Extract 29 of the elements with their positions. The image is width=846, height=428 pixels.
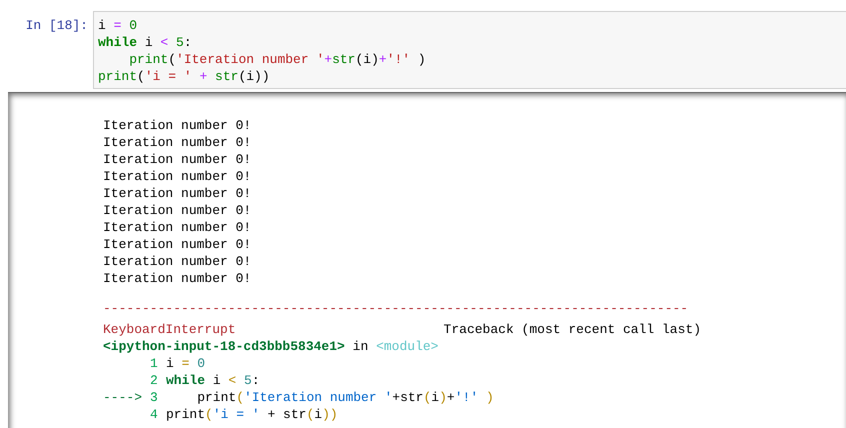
output-line: Iteration number 0! bbox=[103, 253, 252, 270]
code-editor[interactable]: i = 0 while i < 5: print('Iteration number '+str(i)+'!' ) print('i = ' + str(i)) bbox=[93, 11, 846, 89]
output-line: Iteration number 0! bbox=[103, 219, 252, 236]
output-line: Iteration number 0! bbox=[103, 202, 252, 219]
output-line: Iteration number 0! bbox=[103, 134, 252, 151]
traceback-location: <ipython-input-18-cd3bbb5834e1> in <module> bbox=[103, 338, 438, 355]
output-line: Iteration number 0! bbox=[103, 168, 252, 185]
code-line: print('Iteration number '+str(i)+'!' ) bbox=[196, 389, 494, 406]
error-name: KeyboardInterrupt bbox=[103, 321, 236, 338]
traceback-header: Traceback (most recent call last) bbox=[444, 321, 701, 338]
line-number: 3 bbox=[150, 389, 158, 406]
code-line: print('i = ' + str(i)) bbox=[166, 406, 338, 423]
line-number: 1 bbox=[150, 355, 158, 372]
code-line: print('Iteration number '+str(i)+'!' ) bbox=[128, 51, 426, 68]
code-line: print('i = ' + str(i)) bbox=[98, 68, 270, 85]
line-number: 2 bbox=[150, 372, 158, 389]
output-line: Iteration number 0! bbox=[103, 236, 252, 253]
output-line: Iteration number 0! bbox=[103, 117, 252, 134]
code-line: while i < 5: bbox=[98, 34, 192, 51]
code-line: i = 0 bbox=[166, 355, 206, 372]
code-line: while i < 5: bbox=[166, 372, 260, 389]
output-line: Iteration number 0! bbox=[103, 185, 252, 202]
output-line: Iteration number 0! bbox=[103, 151, 252, 168]
code-line: i = 0 bbox=[98, 17, 138, 34]
output-line: Iteration number 0! bbox=[103, 270, 252, 287]
line-number: 4 bbox=[150, 406, 158, 423]
input-prompt: In [18]: bbox=[24, 17, 89, 34]
traceback-rule: --------------------------------------------------------------------------- bbox=[103, 300, 688, 317]
current-line-arrow: ----> bbox=[103, 389, 142, 406]
